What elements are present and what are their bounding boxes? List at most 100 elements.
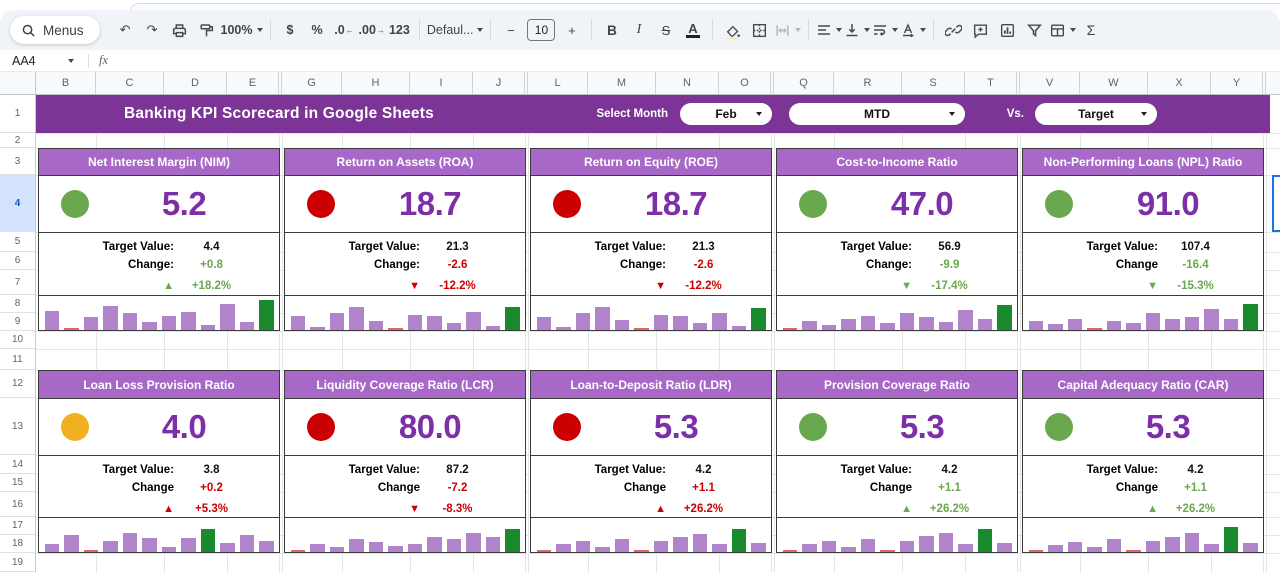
- increase-font-size-button[interactable]: +: [559, 17, 584, 43]
- row-header-10[interactable]: 10: [0, 331, 35, 349]
- column-header-X[interactable]: X: [1148, 72, 1211, 94]
- merge-cells-button[interactable]: [774, 17, 802, 43]
- row-header-13[interactable]: 13: [0, 398, 35, 455]
- chevron-down-icon: [1141, 112, 1147, 116]
- format-percent-button[interactable]: %: [305, 17, 330, 43]
- column-header-J[interactable]: J: [473, 72, 525, 94]
- column-header-D[interactable]: D: [164, 72, 227, 94]
- row-header-5[interactable]: 5: [0, 232, 35, 252]
- text-color-button[interactable]: A: [680, 17, 705, 43]
- row-header-2[interactable]: 2: [0, 133, 35, 148]
- text-wrap-icon: [874, 25, 887, 36]
- column-header-B[interactable]: B: [36, 72, 96, 94]
- toolbar-divider: [490, 20, 492, 40]
- column-header-I[interactable]: I: [410, 72, 473, 94]
- active-cell-AA4[interactable]: [1272, 175, 1280, 232]
- spark-bar: [122, 313, 137, 330]
- paint-format-button[interactable]: [194, 17, 219, 43]
- increase-decimal-button[interactable]: .00 →: [359, 17, 385, 43]
- spark-bar: [1048, 545, 1063, 552]
- italic-button[interactable]: I: [626, 17, 651, 43]
- column-header-O[interactable]: O: [719, 72, 771, 94]
- row-header-9[interactable]: 9: [0, 313, 35, 331]
- select-all-corner[interactable]: [0, 72, 36, 95]
- kpi-details-section: Target Value: 21.3 Change: -2.6 ▼ -12.2%: [531, 233, 771, 296]
- spark-bar: [239, 322, 254, 330]
- fill-color-button[interactable]: [720, 17, 745, 43]
- table-views-button[interactable]: [1049, 17, 1077, 43]
- spark-bar: [1048, 324, 1063, 330]
- column-header-T[interactable]: T: [965, 72, 1017, 94]
- column-header-C[interactable]: C: [96, 72, 164, 94]
- redo-button[interactable]: ↷: [140, 17, 165, 43]
- column-header-H[interactable]: H: [342, 72, 410, 94]
- period-dropdown[interactable]: MTD: [789, 103, 965, 125]
- column-header-N[interactable]: N: [656, 72, 719, 94]
- spark-bar: [997, 305, 1012, 330]
- row-header-11[interactable]: 11: [0, 349, 35, 370]
- fx-icon[interactable]: fx: [99, 53, 108, 68]
- print-button[interactable]: [167, 17, 192, 43]
- functions-button[interactable]: Σ: [1078, 17, 1103, 43]
- insert-chart-button[interactable]: [995, 17, 1020, 43]
- vertical-align-button[interactable]: [844, 17, 871, 43]
- undo-button[interactable]: ↶: [113, 17, 138, 43]
- zoom-control[interactable]: 100%: [221, 17, 263, 43]
- name-box[interactable]: AA4: [0, 54, 64, 68]
- insert-link-button[interactable]: [941, 17, 966, 43]
- spark-bar: [220, 543, 235, 552]
- create-filter-button[interactable]: [1022, 17, 1047, 43]
- insert-comment-button[interactable]: [968, 17, 993, 43]
- decrease-font-size-button[interactable]: −: [498, 17, 523, 43]
- strikethrough-button[interactable]: S: [653, 17, 678, 43]
- row-header-7[interactable]: 7: [0, 270, 35, 295]
- text-wrap-button[interactable]: [872, 17, 899, 43]
- spark-bar: [536, 550, 551, 552]
- row-header-3[interactable]: 3: [0, 148, 35, 175]
- spark-bar: [977, 529, 992, 552]
- row-header-18[interactable]: 18: [0, 535, 35, 553]
- row-header-19[interactable]: 19: [0, 553, 35, 572]
- decrease-decimal-button[interactable]: .0 ←: [332, 17, 357, 43]
- column-header-S[interactable]: S: [902, 72, 965, 94]
- font-select[interactable]: Defaul...: [427, 17, 484, 43]
- target-row: Target Value: 107.4: [1023, 238, 1233, 256]
- row-header-16[interactable]: 16: [0, 492, 35, 517]
- column-header-L[interactable]: L: [528, 72, 588, 94]
- row-header-15[interactable]: 15: [0, 474, 35, 492]
- row-header-14[interactable]: 14: [0, 455, 35, 474]
- column-header-V[interactable]: V: [1020, 72, 1080, 94]
- kpi-card-title: Cost-to-Income Ratio: [777, 149, 1017, 176]
- spark-bar: [466, 312, 481, 330]
- column-header-E[interactable]: E: [227, 72, 279, 94]
- trend-percent: +26.2%: [683, 503, 724, 515]
- row-header-1[interactable]: 1: [0, 95, 35, 133]
- column-header-Q[interactable]: Q: [774, 72, 834, 94]
- spark-bar: [161, 316, 176, 330]
- column-header-G[interactable]: G: [282, 72, 342, 94]
- menus-button[interactable]: Menus: [10, 16, 100, 44]
- text-rotation-button[interactable]: [900, 17, 927, 43]
- column-header-R[interactable]: R: [834, 72, 902, 94]
- row-header-8[interactable]: 8: [0, 295, 35, 313]
- column-header-Y[interactable]: Y: [1211, 72, 1263, 94]
- column-header-M[interactable]: M: [588, 72, 656, 94]
- format-currency-button[interactable]: $: [278, 17, 303, 43]
- bold-button[interactable]: B: [599, 17, 624, 43]
- row-header-12[interactable]: 12: [0, 370, 35, 398]
- more-formats-button[interactable]: 123: [387, 17, 412, 43]
- row-header-17[interactable]: 17: [0, 517, 35, 535]
- horizontal-align-button[interactable]: [816, 17, 843, 43]
- column-header-W[interactable]: W: [1080, 72, 1148, 94]
- change-label: Change: [1115, 482, 1158, 494]
- compare-dropdown[interactable]: Target: [1035, 103, 1157, 125]
- change-value: -2.6: [693, 259, 714, 271]
- borders-button[interactable]: [747, 17, 772, 43]
- row-header-4[interactable]: 4: [0, 175, 35, 232]
- font-size-input[interactable]: 10: [527, 19, 556, 41]
- kpi-sparkline: [777, 518, 1017, 554]
- spark-bar: [122, 533, 137, 552]
- month-dropdown[interactable]: Feb: [680, 103, 772, 125]
- row-header-6[interactable]: 6: [0, 252, 35, 270]
- spark-bar: [1243, 304, 1258, 330]
